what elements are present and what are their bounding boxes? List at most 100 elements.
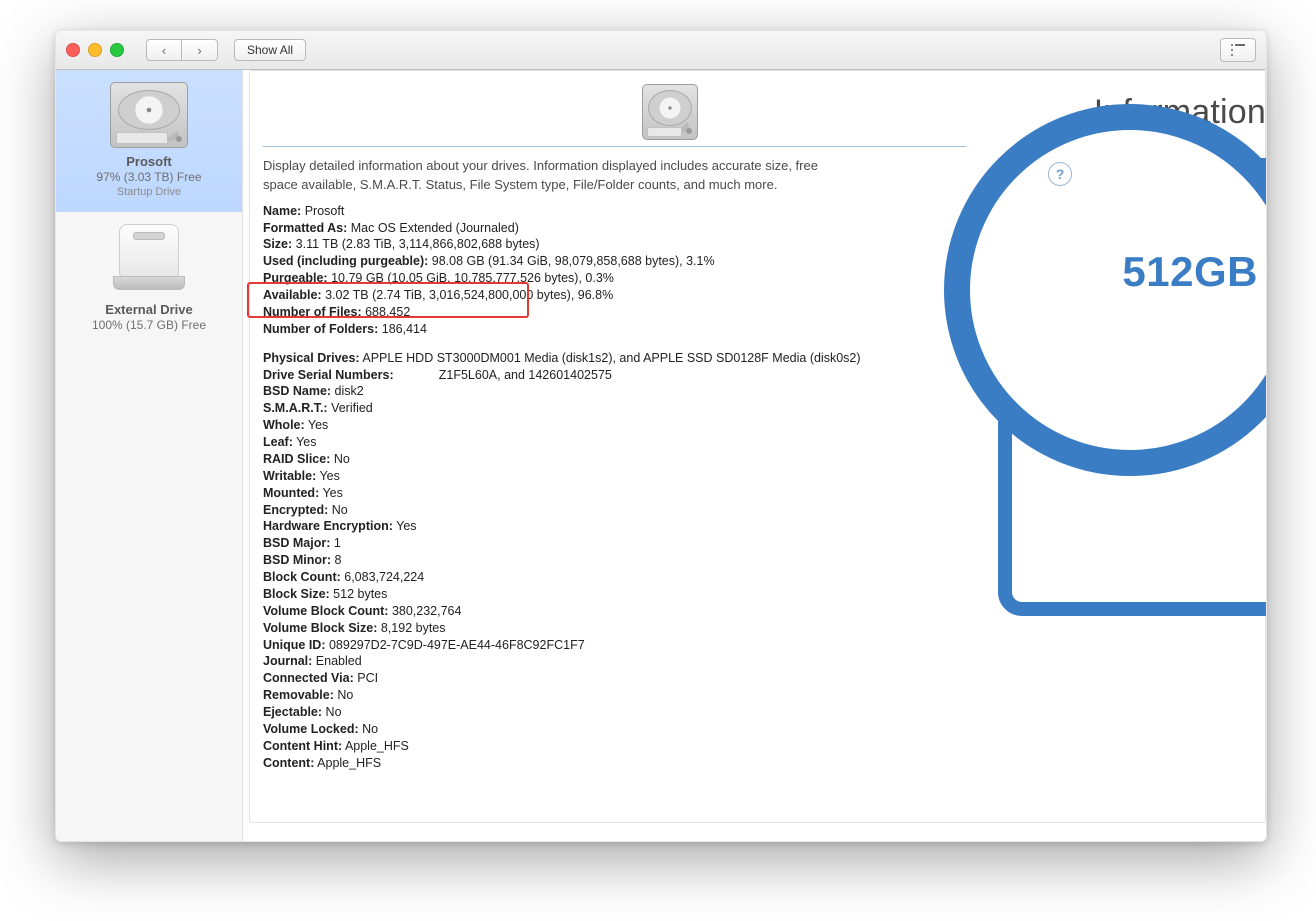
info-key: Hardware Encryption: [263,519,393,533]
info-key: Number of Files: [263,305,362,319]
main-pane: Information Display detailed information… [243,70,1266,841]
drive-name: External Drive [62,302,236,317]
info-row: Number of Files: 688,452 [263,304,983,321]
info-row: Writable: Yes [263,468,983,485]
info-row: Encrypted: No [263,502,983,519]
info-row: Number of Folders: 186,414 [263,321,983,338]
info-key: Volume Block Count: [263,604,388,618]
info-row: Ejectable: No [263,704,983,721]
window-close-button[interactable] [66,43,80,57]
info-row: Whole: Yes [263,417,983,434]
info-value: Yes [305,418,329,432]
info-key: RAID Slice: [263,452,330,466]
info-value: 8 [331,553,341,567]
help-button[interactable]: ? [1048,162,1072,186]
external-drive-icon [113,224,185,296]
info-value: 6,083,724,224 [341,570,424,584]
window-minimize-button[interactable] [88,43,102,57]
info-key: Purgeable: [263,271,328,285]
info-value: No [328,503,347,517]
window-zoom-button[interactable] [110,43,124,57]
info-value: 380,232,764 [388,604,461,618]
help-icon: ? [1056,166,1065,182]
forward-button[interactable]: › [182,39,218,61]
drive-free: 97% (3.03 TB) Free [62,170,236,184]
info-key: Volume Locked: [263,722,359,736]
info-row: BSD Major: 1 [263,535,983,552]
info-basic-block: Name: ProsoftFormatted As: Mac OS Extend… [263,203,983,350]
info-row: Block Count: 6,083,724,224 [263,569,983,586]
drive-name: Prosoft [62,154,236,169]
window-body: Prosoft 97% (3.03 TB) Free Startup Drive… [56,70,1266,841]
chevron-right-icon: › [197,43,201,58]
info-value: Yes [316,469,340,483]
app-window: ‹ › Show All Prosoft 97% (3.03 TB) [55,30,1267,842]
header-rule [263,146,966,147]
drive-subtitle: Startup Drive [62,186,236,198]
info-value: No [359,722,378,736]
sidebar-drive-external[interactable]: External Drive 100% (15.7 GB) Free [56,212,242,346]
info-row: Used (including purgeable): 98.08 GB (91… [263,253,983,270]
promo-ring-label: 512GB [1122,248,1258,296]
info-row: Mounted: Yes [263,485,983,502]
info-row: Physical Drives: APPLE HDD ST3000DM001 M… [263,350,983,367]
info-value: disk2 [331,384,364,398]
nav-segment: ‹ › [146,39,218,61]
info-value: 1 [330,536,340,550]
info-value: Prosoft [301,204,344,218]
info-row: Leaf: Yes [263,434,983,451]
info-hardware-block: Physical Drives: APPLE HDD ST3000DM001 M… [263,350,983,784]
info-key: Removable: [263,688,334,702]
info-key: Whole: [263,418,305,432]
info-key: Ejectable: [263,705,322,719]
list-icon [1231,44,1245,56]
back-button[interactable]: ‹ [146,39,182,61]
info-key: Number of Folders: [263,322,378,336]
info-value: Apple_HFS [342,739,409,753]
view-list-button[interactable] [1220,38,1256,62]
info-value: No [322,705,341,719]
info-key: Mounted: [263,486,319,500]
drive-free: 100% (15.7 GB) Free [62,318,236,332]
info-key: Encrypted: [263,503,328,517]
info-value: 089297D2-7C9D-497E-AE44-46F8C92FC1F7 [326,638,585,652]
info-value: 186,414 [378,322,427,336]
info-value: 3.11 TB (2.83 TiB, 3,114,866,802,688 byt… [292,237,539,251]
info-value: Apple_HFS [314,756,381,770]
info-value: 688,452 [362,305,411,319]
info-row: Volume Locked: No [263,721,983,738]
info-row: Connected Via: PCI [263,670,983,687]
info-value: No [330,452,349,466]
info-value: 512 bytes [330,587,388,601]
sidebar-drive-prosoft[interactable]: Prosoft 97% (3.03 TB) Free Startup Drive [56,70,242,212]
info-row: Volume Block Size: 8,192 bytes [263,620,983,637]
info-value: 3.02 TB (2.74 TiB, 3,016,524,800,000 byt… [322,288,614,302]
info-key: Content: [263,756,314,770]
info-key: Volume Block Size: [263,621,377,635]
info-value: No [334,688,353,702]
info-key: Used (including purgeable): [263,254,428,268]
info-value: Yes [319,486,343,500]
info-value: 8,192 bytes [377,621,445,635]
info-row: Content: Apple_HFS [263,755,983,772]
internal-hdd-icon [642,84,698,140]
info-key: BSD Minor: [263,553,331,567]
info-key: Size: [263,237,292,251]
info-key: Journal: [263,654,312,668]
info-row: RAID Slice: No [263,451,983,468]
info-key: Writable: [263,469,316,483]
info-row: Formatted As: Mac OS Extended (Journaled… [263,220,983,237]
titlebar: ‹ › Show All [56,31,1266,70]
chevron-left-icon: ‹ [162,43,166,58]
info-row: S.M.A.R.T.: Verified [263,400,983,417]
info-row: Size: 3.11 TB (2.83 TiB, 3,114,866,802,6… [263,236,983,253]
info-row: Name: Prosoft [263,203,983,220]
internal-hdd-icon [110,82,188,148]
info-value: 98.08 GB (91.34 GiB, 98,079,858,688 byte… [428,254,714,268]
show-all-button[interactable]: Show All [234,39,306,61]
info-key: Block Size: [263,587,330,601]
sidebar: Prosoft 97% (3.03 TB) Free Startup Drive… [56,70,243,841]
info-value: APPLE HDD ST3000DM001 Media (disk1s2), a… [360,351,861,365]
info-value: Yes [293,435,317,449]
info-value: Verified [328,401,373,415]
